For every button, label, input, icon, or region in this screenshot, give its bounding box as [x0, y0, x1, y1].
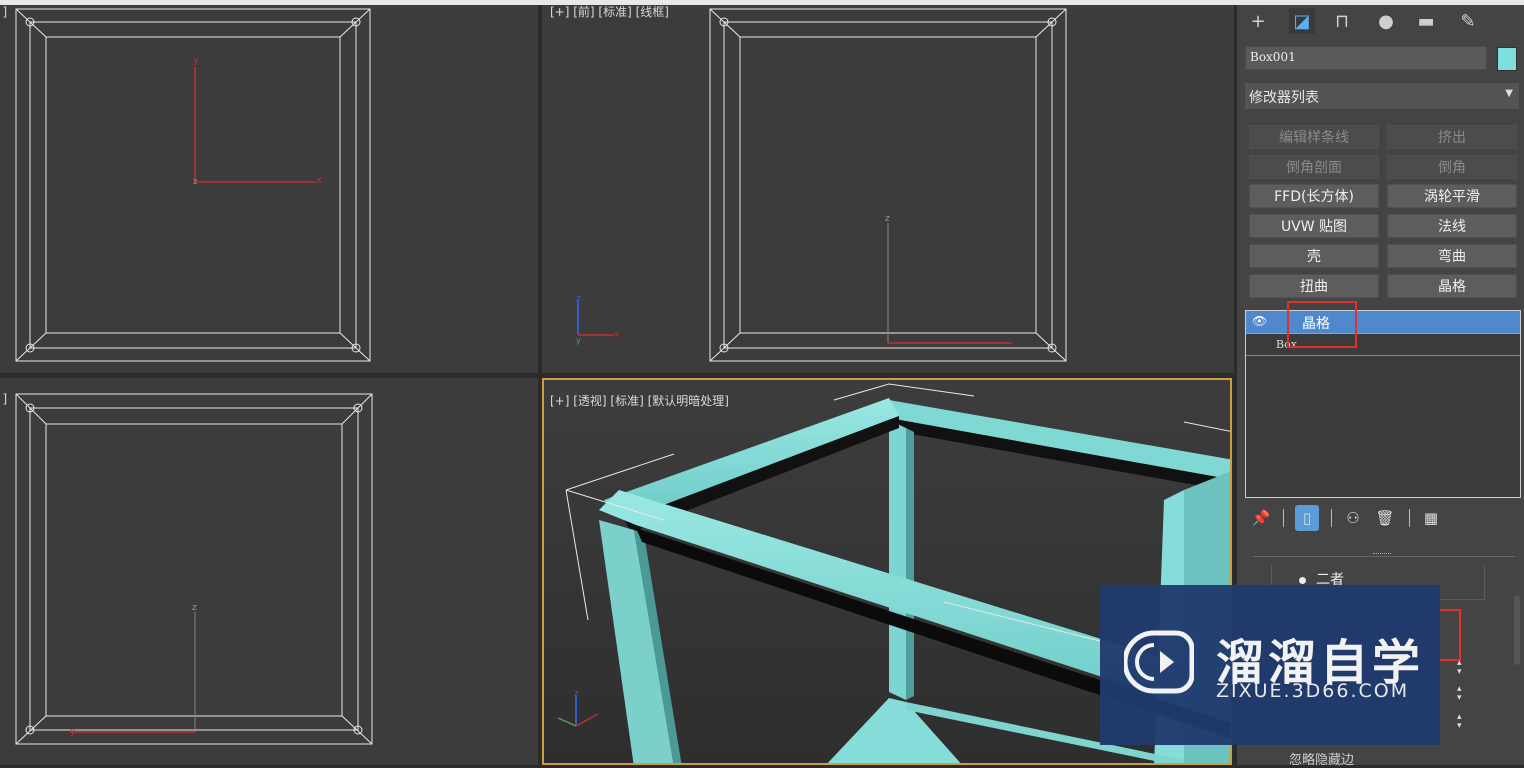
pin-stack-icon[interactable]: 📌 [1249, 505, 1273, 531]
command-panel-tabs: + ◪ ⊓ ● ▬ ✎ [1237, 5, 1524, 37]
modifier-button-extrude[interactable]: 挤出 [1387, 125, 1517, 149]
stack-toolbar: 📌 ▯ ⚇ 🗑 ▦ [1249, 505, 1449, 531]
watermark-overlay: 溜溜自学 ZIXUE.3D66.COM [1100, 585, 1440, 745]
viewport-top[interactable]: [ ] y x z [0, 5, 538, 373]
spinner-arrows-icon[interactable]: ▴ ▾ [1457, 713, 1467, 731]
perspective-axis-gizmo: z [557, 689, 599, 727]
play-logo-icon [1124, 630, 1194, 694]
modifier-button-turbosmooth[interactable]: 涡轮平滑 [1387, 184, 1517, 208]
eye-icon[interactable]: 👁 [1252, 314, 1268, 328]
svg-text:z: z [193, 177, 197, 186]
make-unique-icon[interactable]: ⚇ [1341, 505, 1365, 531]
object-color-swatch[interactable] [1497, 47, 1517, 71]
modifier-button-bevel-profile[interactable]: 倒角剖面 [1249, 155, 1379, 179]
modifier-button-ffd-box[interactable]: FFD(长方体) [1249, 184, 1379, 208]
radio-dot-icon [1299, 576, 1306, 584]
ignore-hidden-edges-checkbox[interactable]: 忽略隐藏边 [1289, 749, 1354, 768]
svg-text:y: y [70, 727, 76, 737]
stack-divider [1246, 355, 1520, 356]
configure-sets-icon[interactable]: ▦ [1419, 505, 1443, 531]
remove-modifier-icon[interactable]: 🗑 [1373, 505, 1397, 531]
svg-text:y: y [576, 336, 581, 345]
svg-text:z: z [576, 294, 581, 304]
motion-icon[interactable]: ● [1373, 8, 1399, 34]
viewport-front[interactable]: [+] [前] [标准] [线框] z z x y [542, 5, 1234, 373]
viewport-top-wireframe: y x z [15, 8, 371, 362]
modifier-list-dropdown[interactable]: 修改器列表 ▼ [1245, 83, 1519, 109]
toolbar-divider [1283, 509, 1284, 527]
svg-text:z: z [885, 214, 890, 224]
object-name-field[interactable]: Box001 [1245, 46, 1487, 70]
svg-text:x: x [614, 330, 620, 340]
viewport-left-wireframe: z y [15, 393, 373, 745]
watermark-url: ZIXUE.3D66.COM [1216, 680, 1410, 702]
modifier-button-edit-spline[interactable]: 编辑样条线 [1249, 125, 1379, 149]
hierarchy-icon[interactable]: ⊓ [1329, 8, 1355, 34]
chevron-down-icon: ▼ [1505, 88, 1513, 99]
toolbar-divider [1409, 509, 1410, 527]
modifier-button-uvw-map[interactable]: UVW 贴图 [1249, 214, 1379, 238]
modifier-button-shell[interactable]: 壳 [1249, 244, 1379, 268]
spinner-arrows-icon[interactable]: ▴ ▾ [1457, 685, 1467, 703]
svg-text:z: z [192, 603, 197, 613]
rollup-grip[interactable] [1373, 553, 1391, 560]
front-axis-gizmo: z x y [576, 294, 620, 345]
svg-text:x: x [316, 175, 322, 186]
viewport-front-wireframe: z z x y [576, 8, 1067, 362]
modifier-button-normal[interactable]: 法线 [1387, 214, 1517, 238]
viewport-left[interactable]: [ ] z y [0, 378, 538, 765]
modify-icon[interactable]: ◪ [1289, 8, 1315, 34]
spinner-arrows-icon[interactable]: ▴ ▾ [1457, 659, 1467, 677]
modifier-button-twist[interactable]: 扭曲 [1249, 274, 1379, 298]
display-icon[interactable]: ▬ [1413, 8, 1439, 34]
show-end-result-icon[interactable]: ▯ [1295, 505, 1319, 531]
highlight-box-lattice [1287, 301, 1357, 348]
svg-text:z: z [574, 689, 579, 699]
utilities-icon[interactable]: ✎ [1455, 8, 1481, 34]
modifier-button-bevel[interactable]: 倒角 [1387, 155, 1517, 179]
viewport-perspective-label[interactable]: [+] [透视] [标准] [默认明暗处理] [550, 392, 729, 409]
panel-scrollbar[interactable] [1514, 595, 1520, 665]
svg-text:y: y [193, 55, 199, 66]
toolbar-divider [1331, 509, 1332, 527]
modifier-button-lattice[interactable]: 晶格 [1387, 274, 1517, 298]
modifier-button-bend[interactable]: 弯曲 [1387, 244, 1517, 268]
create-icon[interactable]: + [1245, 8, 1271, 34]
modifier-list-label: 修改器列表 [1249, 90, 1319, 106]
highlight-box-spinner [1437, 609, 1461, 661]
